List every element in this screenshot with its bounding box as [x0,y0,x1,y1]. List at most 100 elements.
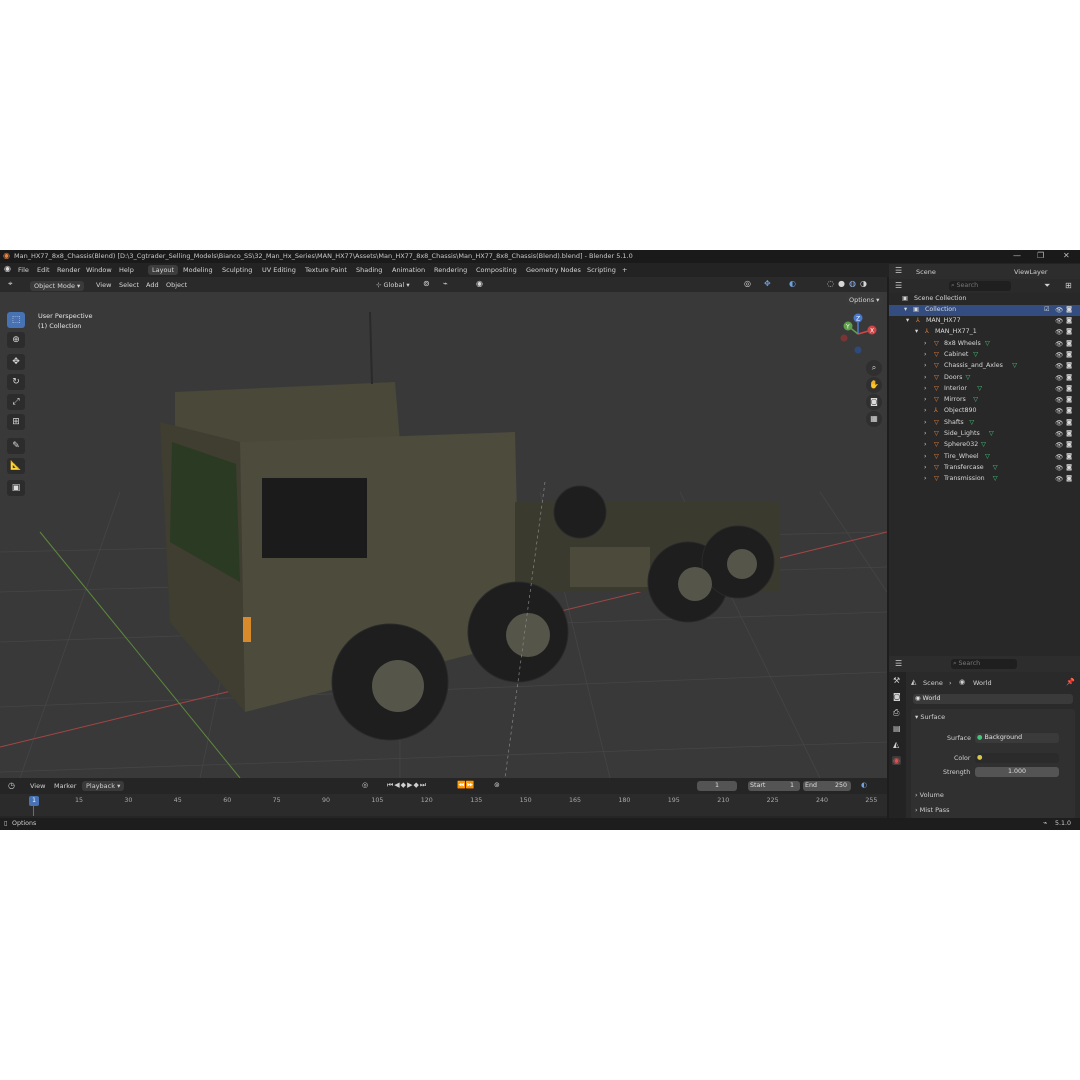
close-button[interactable]: ✕ [1063,251,1070,260]
outliner-item[interactable]: › ⅄ Object890 👁 ◙ [889,406,1080,417]
properties-editor-icon[interactable]: ☰ [895,659,902,668]
menu-window[interactable]: Window [86,266,112,274]
collection-render-icon[interactable]: ◙ [1066,306,1072,313]
tab-modeling[interactable]: Modeling [183,266,213,274]
render-camera-icon[interactable]: ◙ [1066,396,1072,403]
cursor-tool-icon[interactable]: ⊕ [7,332,25,348]
3d-viewport[interactable]: User Perspective (1) Collection Options … [0,292,887,778]
render-camera-icon[interactable]: ◙ [1066,441,1072,448]
surface-panel-header[interactable]: ▾ Surface [915,713,945,721]
mesh-data-icon[interactable]: ▽ [973,396,978,403]
render-camera-icon[interactable]: ◙ [1066,328,1072,335]
mesh-data-icon[interactable]: ▽ [977,385,982,392]
collection-expand-icon[interactable]: ▾ [904,306,907,313]
timeline-ruler[interactable]: 15 30 45 60 75 90 105 120 135 150 165 180 195 210 225 2… [0,794,887,816]
render-camera-icon[interactable]: ◙ [1066,374,1072,381]
move-tool-icon[interactable]: ✥ [7,354,25,370]
expand-arrow-icon[interactable]: › [924,430,927,437]
expand-arrow-icon[interactable]: › [924,453,927,460]
shading-solid-icon[interactable]: ● [838,279,845,288]
expand-arrow-icon[interactable]: › [924,374,927,381]
add-workspace-button[interactable]: + [622,266,627,274]
expand-arrow-icon[interactable]: › [924,441,927,448]
expand-arrow-icon[interactable]: › [924,396,927,403]
auto-keying-icon[interactable]: ◎ [362,781,368,789]
scale-tool-icon[interactable]: ⤢ [7,394,25,410]
zoom-icon[interactable]: ⌕ [866,360,882,376]
outliner-item[interactable]: › ▽ Mirrors ▽ 👁 ◙ [889,395,1080,406]
options-dropdown[interactable]: Options ▾ [845,295,884,305]
orthographic-grid-icon[interactable]: ▦ [866,411,882,427]
keying-set-icon[interactable]: ⊚ [494,781,500,789]
expand-arrow-icon[interactable]: ▾ [906,317,909,324]
pivot-icon[interactable]: ⊚ [423,279,430,288]
mesh-data-icon[interactable]: ▽ [973,351,978,358]
menu-view[interactable]: View [96,281,111,289]
mesh-data-icon[interactable]: ▽ [981,441,986,448]
select-box-tool-icon[interactable]: ⬚ [7,312,25,328]
output-tab-icon[interactable]: ⎙ [893,708,899,718]
view-layer-tab-icon[interactable]: ▤ [893,724,901,733]
view-layer-selector[interactable]: ViewLayer [1014,268,1048,276]
expand-arrow-icon[interactable]: ▾ [915,328,918,335]
outliner-item[interactable]: ▾ ⅄ MAN_HX77_1 👁 ◙ [889,327,1080,338]
visibility-eye-icon[interactable]: 👁 [1055,374,1063,382]
collection-checkbox-icon[interactable]: ☑ [1044,306,1050,313]
new-collection-icon[interactable]: ⊞ [1065,281,1072,290]
render-camera-icon[interactable]: ◙ [1066,464,1072,471]
tab-layout[interactable]: Layout [148,265,179,275]
start-frame-field[interactable]: Start 1 [748,781,800,791]
tab-rendering[interactable]: Rendering [434,266,467,274]
tab-sculpting[interactable]: Sculpting [222,266,252,274]
tab-scripting[interactable]: Scripting [587,266,616,274]
world-datablock-selector[interactable]: ◉ World [913,694,1073,704]
tab-texture-paint[interactable]: Texture Paint [305,266,347,274]
visibility-eye-icon[interactable]: 👁 [1055,340,1063,348]
navigation-gizmo[interactable]: Z Y X [838,312,880,354]
timeline-menu-marker[interactable]: Marker [54,782,76,790]
outliner-editor-icon[interactable]: ☰ [895,266,902,275]
outliner-item[interactable]: › ▽ Side_Lights ▽ 👁 ◙ [889,429,1080,440]
render-camera-icon[interactable]: ◙ [1066,340,1072,347]
outliner-item[interactable]: › ▽ Chassis_and_Axles ▽ 👁 ◙ [889,361,1080,372]
timeline-menu-playback[interactable]: Playback ▾ [82,781,125,791]
visibility-eye-icon[interactable]: 👁 [1055,453,1063,461]
visibility-eye-icon[interactable]: 👁 [1055,407,1063,415]
collection-row[interactable]: ▾ ▣ Collection ☑ 👁 ◙ [889,305,1080,316]
sync-icon[interactable]: ◐ [861,781,867,789]
end-frame-field[interactable]: End 250 [803,781,851,791]
outliner-search-input[interactable]: ⌕ Search [949,281,1011,291]
pin-icon[interactable]: 📌 [1066,678,1075,686]
measure-tool-icon[interactable]: 📐 [7,458,25,474]
outliner-item[interactable]: › ▽ Shafts ▽ 👁 ◙ [889,418,1080,429]
visibility-eye-icon[interactable]: 👁 [1055,317,1063,325]
outliner-item[interactable]: ▾ ⅄ MAN_HX77 👁 ◙ [889,316,1080,327]
playhead[interactable]: 1 [29,796,39,806]
shading-material-icon[interactable]: ◍ [849,279,856,288]
menu-select[interactable]: Select [119,281,139,289]
properties-search-input[interactable]: ⌕ Search [951,659,1017,669]
display-mode-icon[interactable]: ☰ [895,281,902,290]
timeline-menu-view[interactable]: View [30,782,45,790]
outliner-item[interactable]: › ▽ Transmission ▽ 👁 ◙ [889,474,1080,485]
surface-shader-selector[interactable]: ● Background [975,733,1059,743]
camera-icon[interactable]: ◙ [866,394,882,410]
expand-arrow-icon[interactable]: › [924,475,927,482]
visibility-eye-icon[interactable]: 👁 [1055,396,1063,404]
expand-arrow-icon[interactable]: › [924,464,927,471]
visibility-eye-icon[interactable]: 👁 [1055,385,1063,393]
mesh-data-icon[interactable]: ▽ [966,374,971,381]
mesh-data-icon[interactable]: ▽ [989,430,994,437]
outliner-item[interactable]: › ▽ 8x8 Wheels ▽ 👁 ◙ [889,339,1080,350]
transform-orientation-dropdown[interactable]: ⊹ Global ▾ [376,281,410,289]
visibility-eye-icon[interactable]: 👁 [1055,464,1063,472]
outliner-item[interactable]: › ▽ Transfercase ▽ 👁 ◙ [889,463,1080,474]
expand-arrow-icon[interactable]: › [924,419,927,426]
render-camera-icon[interactable]: ◙ [1066,430,1072,437]
strength-field[interactable]: 1.000 [975,767,1059,777]
outliner-item[interactable]: › ▽ Interior ▽ 👁 ◙ [889,384,1080,395]
menu-render[interactable]: Render [57,266,80,274]
expand-arrow-icon[interactable]: › [924,407,927,414]
menu-add[interactable]: Add [146,281,159,289]
render-camera-icon[interactable]: ◙ [1066,419,1072,426]
